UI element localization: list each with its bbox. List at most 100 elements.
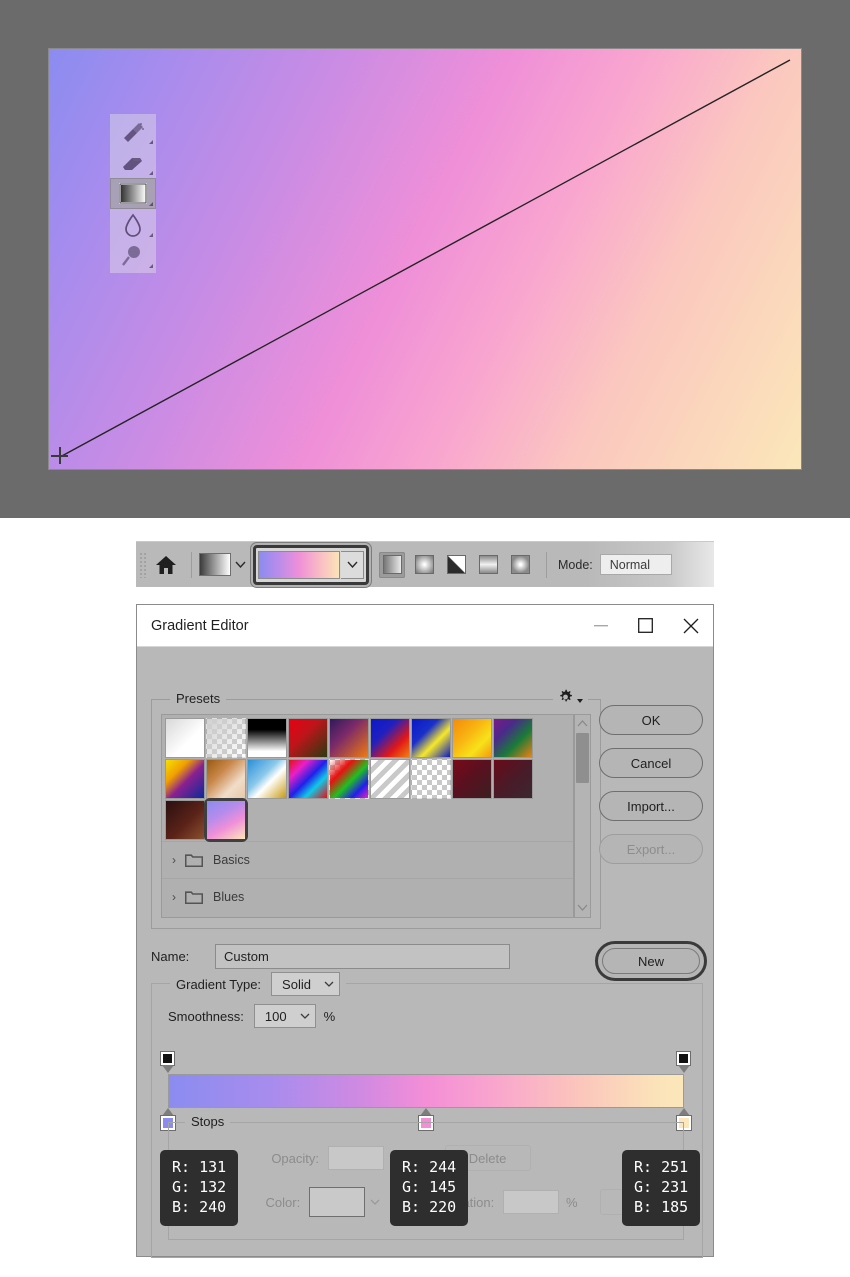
new-button[interactable]: New [602, 948, 700, 974]
chevron-right-icon[interactable]: › [172, 853, 176, 867]
chevron-down-icon [295, 1013, 315, 1019]
opacity-stop-pointer [162, 1065, 174, 1073]
preset-swatch[interactable] [165, 800, 205, 840]
home-button[interactable] [148, 555, 184, 575]
divider [546, 551, 547, 578]
blur-tool[interactable] [110, 209, 156, 240]
preset-swatch-fill [330, 760, 368, 798]
preset-folder-list: › Basics › Blues [162, 841, 573, 915]
mode-select[interactable]: Normal [599, 554, 672, 575]
opacity-stop-pointer [678, 1065, 690, 1073]
preset-swatch[interactable] [288, 759, 328, 799]
preset-swatch-fill [330, 719, 368, 757]
preset-swatch[interactable] [370, 718, 410, 758]
opacity-stop-marker[interactable] [677, 1052, 691, 1073]
smoothness-row: Smoothness: 100 % [168, 1004, 335, 1028]
radial-gradient-button[interactable] [411, 552, 437, 578]
preset-swatch[interactable] [247, 759, 287, 799]
linear-gradient-icon [382, 555, 402, 574]
preset-swatch-fill [494, 719, 532, 757]
maximize-icon [638, 618, 653, 633]
chevron-down-icon[interactable] [231, 561, 249, 568]
preset-swatch[interactable] [411, 718, 451, 758]
gradient-preview-picker[interactable] [253, 544, 369, 585]
chevron-right-icon[interactable]: › [172, 890, 176, 904]
preset-swatch[interactable] [165, 718, 205, 758]
folder-icon [185, 854, 203, 867]
diamond-gradient-button[interactable] [507, 552, 533, 578]
rgb-b: B: 220 [402, 1197, 457, 1216]
color-stop-pointer [162, 1108, 174, 1116]
preset-swatch[interactable] [204, 798, 248, 842]
stops-legend: Stops [185, 1114, 231, 1129]
gradient-bar[interactable] [168, 1074, 684, 1108]
preset-swatch[interactable] [493, 759, 533, 799]
preset-swatch[interactable] [493, 718, 533, 758]
preset-swatch[interactable] [206, 759, 246, 799]
gradient-type-value: Solid [282, 976, 311, 992]
preset-swatch[interactable] [329, 759, 369, 799]
name-label: Name: [151, 949, 190, 964]
opacity-input[interactable] [328, 1146, 384, 1170]
gradient-preview-chevron-down-icon[interactable] [341, 550, 364, 579]
gradient-preset-swatch[interactable] [199, 553, 231, 576]
close-button[interactable] [668, 605, 713, 646]
smoothness-select[interactable]: 100 [253, 1004, 316, 1028]
preset-swatch-fill [166, 719, 204, 757]
mode-label: Mode: [558, 557, 593, 572]
color-stop-pointer [678, 1108, 690, 1116]
preset-swatch-fill [207, 719, 245, 757]
maximize-button[interactable] [623, 605, 668, 646]
presets-list[interactable]: › Basics › Blues [161, 714, 574, 918]
zoom-tool[interactable] [110, 240, 156, 271]
brush-tool[interactable] [110, 116, 156, 147]
preset-swatch-fill [207, 801, 245, 839]
preset-swatch[interactable] [329, 718, 369, 758]
reflected-gradient-button[interactable] [475, 552, 501, 578]
options-bar-grip[interactable] [139, 551, 148, 578]
gradient-options-bar: Mode: Normal [136, 541, 714, 587]
app-root: Mode: Normal Gradient Editor Presets › B… [0, 0, 850, 1277]
location-input[interactable] [503, 1190, 559, 1214]
preset-swatch[interactable] [206, 718, 246, 758]
preset-swatch[interactable] [411, 759, 451, 799]
cancel-button[interactable]: Cancel [599, 748, 703, 778]
scroll-up-button[interactable] [575, 715, 590, 731]
gradient-type-select[interactable]: Solid [271, 972, 340, 996]
gradient-tool[interactable] [110, 178, 156, 209]
gradient-drag-line [59, 59, 791, 458]
minimize-button[interactable] [578, 605, 623, 646]
preset-folder-row[interactable]: › Basics [162, 841, 573, 878]
scroll-down-button[interactable] [576, 899, 589, 915]
preset-swatch[interactable] [247, 718, 287, 758]
preset-swatch[interactable] [452, 759, 492, 799]
preset-folder-row[interactable]: › Blues [162, 878, 573, 915]
preset-swatch[interactable] [165, 759, 205, 799]
scrollbar-thumb[interactable] [576, 733, 589, 783]
preset-swatch[interactable] [288, 718, 328, 758]
home-icon [156, 555, 176, 574]
preset-swatch[interactable] [452, 718, 492, 758]
preset-swatch-fill [289, 760, 327, 798]
color-chevron-down-icon[interactable] [365, 1199, 385, 1205]
tool-flyout [110, 114, 156, 273]
preset-swatch[interactable] [370, 759, 410, 799]
document-canvas[interactable] [49, 49, 801, 469]
presets-settings-button[interactable] [553, 689, 588, 706]
eraser-tool[interactable] [110, 147, 156, 178]
presets-scrollbar[interactable] [574, 714, 591, 918]
angle-gradient-button[interactable] [443, 552, 469, 578]
dialog-titlebar[interactable]: Gradient Editor [137, 605, 713, 647]
tool-corner-marker [149, 233, 153, 237]
color-swatch-input[interactable] [309, 1187, 365, 1217]
preset-swatch-fill [248, 719, 286, 757]
opacity-stop-swatch [161, 1052, 174, 1065]
rgb-b: B: 240 [172, 1197, 227, 1216]
opacity-stop-marker[interactable] [161, 1052, 175, 1073]
close-icon [683, 618, 698, 633]
ok-button[interactable]: OK [599, 705, 703, 735]
linear-gradient-button[interactable] [379, 551, 405, 578]
presets-legend: Presets [170, 691, 227, 706]
import-button[interactable]: Import... [599, 791, 703, 821]
name-input[interactable]: Custom [215, 944, 510, 969]
